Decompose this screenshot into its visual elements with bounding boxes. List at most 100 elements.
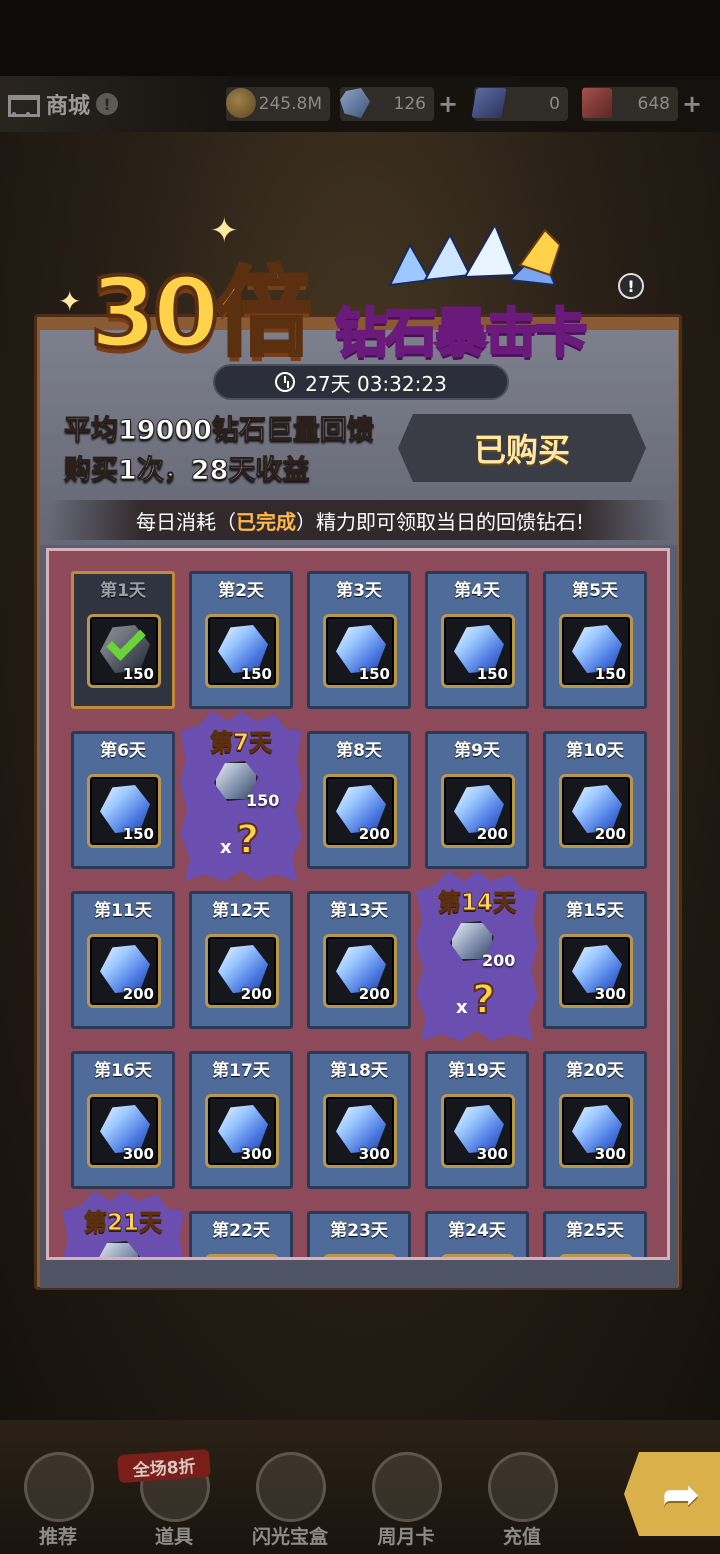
reward-day[interactable]: 第4天 150	[425, 571, 529, 709]
notice-suffix: ）精力即可领取当日的回馈钻石!	[295, 509, 585, 534]
reward-slot: 200	[559, 774, 633, 848]
reward-slot: 150	[87, 774, 161, 848]
clock-icon	[275, 372, 296, 392]
reward-day[interactable]: 第25天	[543, 1211, 647, 1257]
day-label: 第2天	[218, 581, 264, 601]
banner-multiplier: 30倍	[88, 255, 314, 371]
day-label: 第22天	[212, 1221, 270, 1241]
reward-quantity: 150	[594, 665, 626, 683]
day-label: 第10天	[566, 741, 624, 761]
banner-title: 钻石暴击卡	[333, 303, 588, 366]
reward-slot: 300	[559, 1094, 633, 1168]
reward-quantity: 150	[122, 665, 154, 683]
reward-day[interactable]: 第11天 200	[71, 891, 175, 1029]
day-label: 第20天	[566, 1061, 624, 1081]
reward-quantity: 200	[358, 825, 390, 843]
day-label: 第21天	[83, 1210, 162, 1237]
card-icon	[582, 88, 612, 118]
nav-recharge[interactable]: 充值	[472, 1440, 572, 1550]
reward-quantity: 200	[122, 985, 154, 1003]
gem-counter: 126 +	[340, 86, 460, 122]
reward-special-day[interactable]: 第14天 200 x?	[416, 871, 538, 1041]
reward-day[interactable]: 第16天 300	[71, 1051, 175, 1189]
add-cards-button[interactable]: +	[682, 90, 702, 118]
day-label: 第9天	[454, 741, 500, 761]
reward-quantity: 200	[594, 825, 626, 843]
reward-day[interactable]: 第10天 200	[543, 731, 647, 869]
reward-grid[interactable]: 第1天 150 第2天 150 第3天 150 第4天 150 第5天 150 第6天 150 第7天 1…	[46, 548, 670, 1260]
day-label: 第14天	[437, 890, 516, 917]
reward-slot: 150	[323, 614, 397, 688]
day-label: 第17天	[212, 1061, 270, 1081]
day-label: 第25天	[566, 1221, 624, 1241]
coin-counter: 245.8M	[226, 86, 330, 122]
nav-label: 充值	[502, 1526, 541, 1548]
day-label: 第6天	[100, 741, 146, 761]
nav-weekly-monthly-card[interactable]: 周月卡	[356, 1440, 456, 1550]
reward-day[interactable]: 第2天 150	[189, 571, 293, 709]
offer-line-1: 平均19000钻石巨量回馈	[64, 415, 375, 447]
day-label: 第15天	[566, 901, 624, 921]
reward-slot: 200	[205, 934, 279, 1008]
reward-day[interactable]: 第17天 300	[189, 1051, 293, 1189]
nav-label: 闪光宝盒	[251, 1526, 328, 1548]
reward-day[interactable]: 第8天 200	[307, 731, 411, 869]
timer-text: 27天 03:32:23	[305, 371, 447, 396]
nav-flash-box[interactable]: 闪光宝盒	[240, 1440, 340, 1550]
reward-slot: 200	[323, 934, 397, 1008]
reward-day[interactable]: 第13天 200	[307, 891, 411, 1029]
reward-slot: 300	[441, 1094, 515, 1168]
mystery-multiplier: ?	[235, 816, 260, 864]
card-counter: 648 +	[582, 86, 712, 122]
banner-info-icon[interactable]: !	[618, 273, 644, 299]
nav-label: 周月卡	[377, 1526, 435, 1548]
reward-slot	[441, 1254, 515, 1257]
reward-day[interactable]: 第6天 150	[71, 731, 175, 869]
reward-special-day[interactable]: 第7天 150 x?	[180, 711, 302, 881]
share-button[interactable]: ➦	[624, 1452, 720, 1536]
reward-slot: 150	[205, 614, 279, 688]
reward-slot: 300	[87, 1094, 161, 1168]
reward-day[interactable]: 第18天 300	[307, 1051, 411, 1189]
reward-slot: 200	[323, 774, 397, 848]
reward-day-claimed[interactable]: 第1天 150	[71, 571, 175, 709]
nav-recommend[interactable]: 推荐	[8, 1440, 108, 1550]
reward-day[interactable]: 第20天 300	[543, 1051, 647, 1189]
reward-day[interactable]: 第24天	[425, 1211, 529, 1257]
mystery-multiplier: ?	[471, 976, 496, 1024]
ticket-counter: 0	[471, 86, 574, 122]
reward-day[interactable]: 第23天	[307, 1211, 411, 1257]
reward-quantity: 150	[240, 665, 272, 683]
notice-prefix: 每日消耗（	[135, 509, 236, 534]
reward-day[interactable]: 第12天 200	[189, 891, 293, 1029]
coin-icon	[226, 88, 256, 118]
daily-notice: 每日消耗（ 已完成 ）精力即可领取当日的回馈钻石!	[50, 500, 670, 540]
reward-day[interactable]: 第19天 300	[425, 1051, 529, 1189]
purchased-button[interactable]: 已购买	[398, 414, 646, 482]
reward-quantity: 150	[122, 825, 154, 843]
reward-quantity: 300	[122, 1145, 154, 1163]
reward-quantity: 300	[358, 1145, 390, 1163]
reward-quantity: 200	[476, 825, 508, 843]
status-bar-area	[0, 0, 720, 76]
nav-label: 道具	[154, 1526, 193, 1548]
recommend-icon	[24, 1452, 94, 1522]
reward-day[interactable]: 第3天 150	[307, 571, 411, 709]
bottom-nav: 推荐 道具 闪光宝盒 周月卡 充值 全场8折	[0, 1430, 720, 1554]
reward-day[interactable]: 第5天 150	[543, 571, 647, 709]
reward-quantity: 150	[358, 665, 390, 683]
add-gems-button[interactable]: +	[438, 90, 458, 118]
reward-day[interactable]: 第15天 300	[543, 891, 647, 1029]
shop-info-icon[interactable]: !	[96, 93, 119, 115]
day-label: 第12天	[212, 901, 270, 921]
reward-day[interactable]: 第9天 200	[425, 731, 529, 869]
reward-slot: 300	[323, 1094, 397, 1168]
day-label: 第3天	[336, 581, 382, 601]
day-label: 第11天	[94, 901, 152, 921]
reward-day[interactable]: 第22天	[189, 1211, 293, 1257]
reward-slot: 300	[559, 934, 633, 1008]
multiplier-x: x	[456, 997, 468, 1018]
reward-special-day[interactable]: 第21天	[62, 1191, 184, 1257]
nav-label: 推荐	[38, 1526, 77, 1548]
reward-quantity: 200	[240, 985, 272, 1003]
